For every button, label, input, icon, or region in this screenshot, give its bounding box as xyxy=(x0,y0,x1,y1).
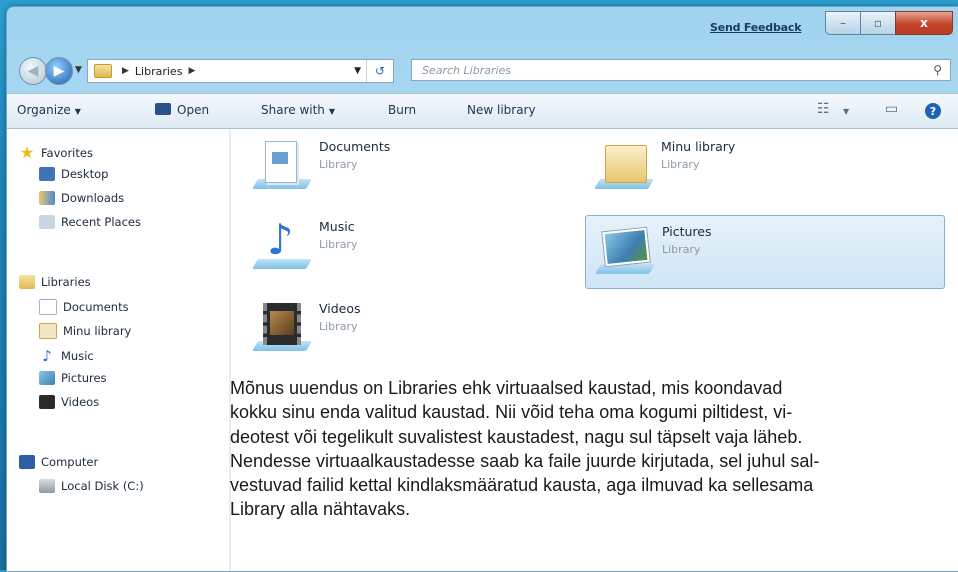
nav-computer-label: Computer xyxy=(41,455,99,469)
address-bar[interactable]: ▶ Libraries ▶ ▼ ↺ xyxy=(87,59,394,83)
open-button[interactable]: Open xyxy=(155,103,209,117)
nav-recent-places[interactable]: Recent Places xyxy=(39,215,141,229)
breadcrumb-libraries[interactable]: Libraries xyxy=(135,65,183,78)
breadcrumb-arrow-icon[interactable]: ▶ xyxy=(122,66,129,76)
refresh-icon[interactable]: ↺ xyxy=(366,60,393,82)
breadcrumb-arrow-icon[interactable]: ▶ xyxy=(188,66,195,76)
nav-libraries[interactable]: Libraries xyxy=(19,275,91,289)
help-icon[interactable]: ? xyxy=(925,103,941,119)
videos-icon xyxy=(39,395,55,409)
star-icon: ★ xyxy=(19,143,35,162)
minu-library-icon xyxy=(39,323,57,339)
search-icon[interactable]: ⚲ xyxy=(933,63,942,77)
search-placeholder: Search Libraries xyxy=(422,63,512,77)
nav-pictures[interactable]: Pictures xyxy=(39,371,107,385)
chevron-down-icon: ▼ xyxy=(74,107,81,116)
back-button[interactable]: ◀ xyxy=(19,57,47,85)
library-type: Library xyxy=(319,320,358,333)
minimize-button[interactable]: – xyxy=(825,11,861,35)
library-name: Videos xyxy=(319,301,361,316)
new-library-button[interactable]: New library xyxy=(467,103,536,117)
nav-downloads[interactable]: Downloads xyxy=(39,191,124,205)
command-bar: Organize ▼ Open Share with ▼ Burn New libr… xyxy=(7,93,958,129)
search-input[interactable]: Search Libraries ⚲ xyxy=(411,59,951,81)
close-button[interactable]: x xyxy=(895,11,953,35)
libraries-folder-icon xyxy=(94,64,112,78)
library-item-videos[interactable]: Videos Library xyxy=(252,299,453,365)
share-with-label: Share with xyxy=(261,103,325,117)
nav-pictures-label: Pictures xyxy=(61,371,107,385)
nav-recent-places-label: Recent Places xyxy=(61,215,141,229)
nav-desktop-label: Desktop xyxy=(61,167,109,181)
recent-pages-dropdown-icon[interactable]: ▼ xyxy=(75,65,82,75)
nav-music[interactable]: ♪ Music xyxy=(39,347,94,365)
library-item-documents[interactable]: Documents Library xyxy=(252,137,453,203)
maximize-button[interactable]: ▫ xyxy=(860,11,896,35)
nav-favorites-label: Favorites xyxy=(41,145,93,160)
library-name: Documents xyxy=(319,139,391,154)
nav-favorites[interactable]: ★ Favorites xyxy=(19,143,93,162)
change-view-icon[interactable]: ☷ xyxy=(817,101,830,117)
nav-local-disk[interactable]: Local Disk (C:) xyxy=(39,479,144,493)
nav-computer[interactable]: Computer xyxy=(19,455,98,469)
computer-icon xyxy=(19,455,35,469)
downloads-icon xyxy=(39,191,55,205)
music-icon: ♪ xyxy=(42,347,52,365)
videos-library-icon xyxy=(252,299,312,357)
organize-button[interactable]: Organize ▼ xyxy=(17,103,81,117)
burn-button[interactable]: Burn xyxy=(388,103,416,117)
nav-documents-label: Documents xyxy=(63,300,129,314)
music-library-icon: ♪ xyxy=(252,215,312,275)
documents-icon xyxy=(39,299,57,315)
nav-desktop[interactable]: Desktop xyxy=(39,167,108,181)
library-name: Music xyxy=(319,219,355,234)
open-label: Open xyxy=(177,103,210,117)
library-item-minu-library[interactable]: Minu library Library xyxy=(594,137,795,203)
library-type: Library xyxy=(319,238,358,251)
nav-downloads-label: Downloads xyxy=(61,191,125,205)
caption-buttons: – ▫ x xyxy=(825,11,953,35)
library-name: Pictures xyxy=(662,224,712,239)
nav-minu-library-label: Minu library xyxy=(63,324,132,338)
desktop-icon xyxy=(39,167,55,181)
title-bar: Send Feedback – ▫ x xyxy=(7,7,958,49)
forward-button[interactable]: ▶ xyxy=(45,57,73,85)
library-type: Library xyxy=(662,243,701,256)
address-dropdown-icon[interactable]: ▼ xyxy=(354,66,361,76)
nav-videos-label: Videos xyxy=(61,395,100,409)
pictures-library-icon xyxy=(595,222,655,280)
document-library-icon xyxy=(252,137,312,195)
nav-videos[interactable]: Videos xyxy=(39,395,99,409)
nav-documents[interactable]: Documents xyxy=(39,299,129,315)
organize-label: Organize xyxy=(17,103,71,117)
library-item-music[interactable]: ♪ Music Library xyxy=(252,215,453,283)
navigation-row: ◀ ▶ ▼ ▶ Libraries ▶ ▼ ↺ Search Libraries… xyxy=(7,53,958,85)
library-type: Library xyxy=(319,158,358,171)
chevron-down-icon: ▼ xyxy=(328,107,336,116)
nav-music-label: Music xyxy=(61,349,94,363)
open-icon xyxy=(155,103,171,115)
local-disk-icon xyxy=(39,479,55,493)
share-with-button[interactable]: Share with ▼ xyxy=(261,103,335,117)
description-caption: Mõnus uuendus on Libraries ehk virtuaals… xyxy=(230,378,820,520)
view-dropdown-icon[interactable]: ▼ xyxy=(843,107,849,116)
preview-pane-icon[interactable]: ▭ xyxy=(885,101,898,117)
library-type: Library xyxy=(661,158,700,171)
libraries-icon xyxy=(19,275,35,289)
library-name: Minu library xyxy=(661,139,736,154)
recent-places-icon xyxy=(39,215,55,229)
nav-minu-library[interactable]: Minu library xyxy=(39,323,131,339)
library-item-pictures[interactable]: Pictures Library xyxy=(585,215,945,289)
send-feedback-link[interactable]: Send Feedback xyxy=(710,21,802,34)
folder-library-icon xyxy=(594,137,654,195)
pictures-icon xyxy=(39,371,55,385)
navigation-pane: ★ Favorites Desktop Downloads Recent Plac… xyxy=(7,129,229,571)
nav-local-disk-label: Local Disk (C:) xyxy=(61,479,144,493)
nav-libraries-label: Libraries xyxy=(41,275,91,289)
